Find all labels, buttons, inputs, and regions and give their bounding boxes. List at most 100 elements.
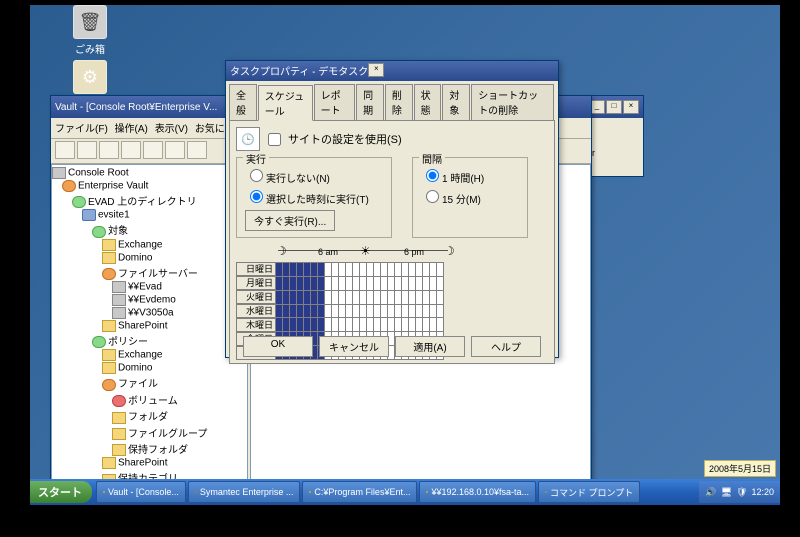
schedule-cell[interactable]: [360, 263, 367, 277]
schedule-cell[interactable]: [395, 290, 402, 304]
schedule-cell[interactable]: [367, 304, 374, 318]
schedule-cell[interactable]: [346, 318, 353, 332]
tree-view[interactable]: Console Root Enterprise Vault EVAD 上のディレ…: [51, 164, 248, 484]
schedule-cell[interactable]: [290, 263, 297, 277]
tree-node-folder[interactable]: フォルダ: [128, 412, 168, 423]
interval-1h-radio[interactable]: [426, 169, 439, 182]
tree-node-site[interactable]: evsite1: [98, 210, 130, 221]
tree-node-retainfolder[interactable]: 保持フォルダ: [128, 445, 188, 456]
schedule-cell[interactable]: [388, 263, 395, 277]
schedule-cell[interactable]: [276, 304, 283, 318]
use-site-settings-checkbox[interactable]: [268, 133, 281, 146]
schedule-cell[interactable]: [276, 276, 283, 290]
schedule-cell[interactable]: [388, 318, 395, 332]
cancel-button[interactable]: キャンセル: [319, 336, 389, 357]
schedule-cell[interactable]: [297, 318, 304, 332]
schedule-cell[interactable]: [311, 290, 318, 304]
schedule-cell[interactable]: [360, 276, 367, 290]
schedule-cell[interactable]: [325, 304, 332, 318]
tree-node-dir[interactable]: EVAD 上のディレクトリ: [88, 197, 197, 208]
schedule-cell[interactable]: [402, 263, 409, 277]
interval-15m-radio[interactable]: [426, 190, 439, 203]
schedule-cell[interactable]: [381, 304, 388, 318]
dialog-titlebar[interactable]: タスクプロパティ - デモタスク ×: [226, 61, 558, 81]
schedule-cell[interactable]: [430, 318, 437, 332]
schedule-cell[interactable]: [360, 318, 367, 332]
schedule-cell[interactable]: [423, 263, 430, 277]
schedule-cell[interactable]: [360, 290, 367, 304]
tab-general[interactable]: 全般: [229, 84, 257, 120]
schedule-cell[interactable]: [353, 318, 360, 332]
schedule-cell[interactable]: [318, 304, 325, 318]
menu-action[interactable]: 操作(A): [115, 124, 148, 135]
schedule-cell[interactable]: [423, 290, 430, 304]
schedule-cell[interactable]: [332, 276, 339, 290]
schedule-cell[interactable]: [381, 318, 388, 332]
schedule-cell[interactable]: [353, 290, 360, 304]
tree-node-evad[interactable]: ¥¥Evad: [128, 282, 162, 293]
tab-target[interactable]: 対象: [442, 84, 470, 120]
tree-node-targets[interactable]: 対象: [108, 226, 128, 237]
schedule-cell[interactable]: [423, 318, 430, 332]
schedule-cell[interactable]: [283, 276, 290, 290]
schedule-cell[interactable]: [416, 276, 423, 290]
exec-at-radio[interactable]: [250, 190, 263, 203]
schedule-cell[interactable]: [318, 276, 325, 290]
schedule-cell[interactable]: [332, 304, 339, 318]
schedule-cell[interactable]: [381, 263, 388, 277]
schedule-cell[interactable]: [339, 318, 346, 332]
tray-icon[interactable]: 🖥: [721, 487, 732, 498]
start-button[interactable]: スタート: [30, 481, 92, 503]
schedule-cell[interactable]: [388, 290, 395, 304]
tree-node-root[interactable]: Console Root: [68, 168, 129, 179]
schedule-cell[interactable]: [409, 290, 416, 304]
schedule-cell[interactable]: [346, 304, 353, 318]
tab-shortcut-delete[interactable]: ショートカットの削除: [471, 84, 554, 120]
schedule-cell[interactable]: [304, 276, 311, 290]
schedule-cell[interactable]: [367, 290, 374, 304]
schedule-cell[interactable]: [402, 276, 409, 290]
schedule-cell[interactable]: [290, 304, 297, 318]
schedule-cell[interactable]: [416, 263, 423, 277]
tree-node-fileserver[interactable]: ファイルサーバー: [118, 269, 198, 280]
schedule-cell[interactable]: [297, 304, 304, 318]
schedule-cell[interactable]: [374, 290, 381, 304]
schedule-cell[interactable]: [325, 318, 332, 332]
tab-sync[interactable]: 同期: [356, 84, 384, 120]
schedule-cell[interactable]: [374, 318, 381, 332]
apply-button[interactable]: 適用(A): [395, 336, 465, 357]
schedule-cell[interactable]: [423, 304, 430, 318]
schedule-cell[interactable]: [290, 318, 297, 332]
schedule-cell[interactable]: [388, 276, 395, 290]
tab-report[interactable]: レポート: [314, 84, 356, 120]
schedule-cell[interactable]: [374, 263, 381, 277]
schedule-cell[interactable]: [283, 263, 290, 277]
schedule-cell[interactable]: [395, 318, 402, 332]
taskbar-item[interactable]: Symantec Enterprise ...: [188, 481, 301, 503]
schedule-cell[interactable]: [367, 263, 374, 277]
schedule-cell[interactable]: [437, 263, 444, 277]
schedule-cell[interactable]: [346, 263, 353, 277]
schedule-cell[interactable]: [409, 318, 416, 332]
schedule-cell[interactable]: [409, 304, 416, 318]
schedule-cell[interactable]: [409, 263, 416, 277]
schedule-cell[interactable]: [388, 304, 395, 318]
tree-node-domino[interactable]: Domino: [118, 252, 152, 263]
tree-node-policy[interactable]: ポリシー: [108, 337, 148, 348]
schedule-cell[interactable]: [290, 276, 297, 290]
menu-file[interactable]: ファイル(F): [55, 124, 108, 135]
schedule-cell[interactable]: [367, 276, 374, 290]
schedule-cell[interactable]: [297, 276, 304, 290]
tree-node-v3050a[interactable]: ¥¥V3050a: [128, 308, 174, 319]
ok-button[interactable]: OK: [243, 336, 313, 357]
tree-node-file[interactable]: ファイル: [118, 379, 158, 390]
dialog-close-button[interactable]: ×: [368, 63, 384, 77]
schedule-cell[interactable]: [297, 263, 304, 277]
tree-node-sharepoint2[interactable]: SharePoint: [118, 458, 167, 469]
schedule-cell[interactable]: [353, 276, 360, 290]
taskbar-item[interactable]: Vault - [Console...: [96, 481, 186, 503]
schedule-cell[interactable]: [318, 263, 325, 277]
run-now-button[interactable]: 今すぐ実行(R)...: [245, 210, 335, 231]
schedule-cell[interactable]: [304, 290, 311, 304]
schedule-cell[interactable]: [311, 304, 318, 318]
